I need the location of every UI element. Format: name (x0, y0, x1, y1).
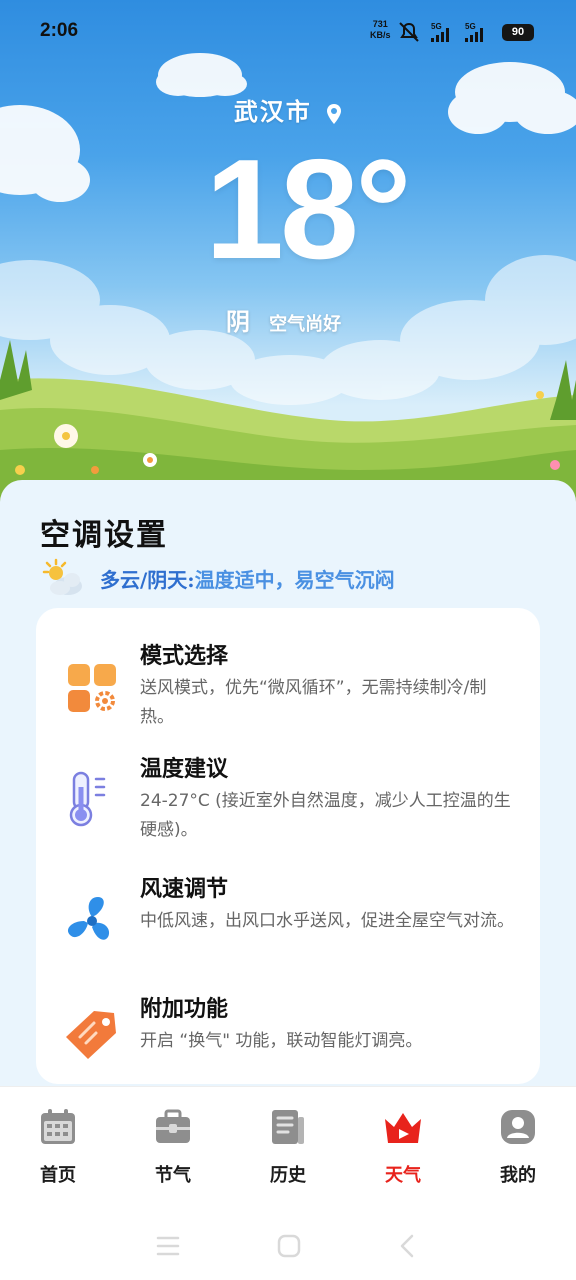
crown-icon (385, 1113, 421, 1143)
nav-label: 首页 (40, 1165, 76, 1186)
nav-item-profile[interactable]: 我的 (478, 1107, 558, 1187)
signal-1-label: 5G (431, 22, 442, 31)
fan-icon (67, 897, 110, 940)
nav-label: 我的 (500, 1165, 536, 1186)
weather-label: 多云/阴天: (100, 567, 195, 592)
section-title: 空调设置 (40, 518, 168, 553)
nav-item-solar-terms[interactable]: 节气 (133, 1107, 213, 1187)
bottom-nav: 首页 节气 历史 天气 我的 (0, 1086, 576, 1206)
location-pin-icon (327, 103, 342, 124)
thermometer-icon (69, 771, 106, 827)
nav-label: 天气 (385, 1165, 421, 1186)
condition-row: 阴 空气尚好 (226, 302, 341, 337)
city-location[interactable]: 武汉市 (0, 92, 576, 127)
status-time: 2:06 (40, 20, 79, 41)
weather-description: 温度适中，易空气沉闷 (194, 567, 395, 592)
grid-settings-icon (68, 664, 116, 712)
network-speed-unit: KB/s (370, 30, 391, 40)
item-description: 中低风速，出风口水乎送风，促进全屋空气对流。 (140, 911, 514, 931)
battery-indicator: 90 (502, 24, 534, 41)
settings-card: 模式选择 送风模式，优先“微风循环”，无需持续制冷/制热。 温度建议 24-27… (36, 608, 540, 1084)
item-title: 温度建议 (140, 757, 229, 782)
toolbox-icon (156, 1109, 190, 1143)
system-navigation-bar (0, 1206, 576, 1280)
back-icon[interactable] (400, 1234, 414, 1258)
weather-hero: 2:06 731 KB/s 5G 5G 90 武汉市 18° 阴 空气尚好 (0, 0, 576, 520)
item-description: 开启 “换气" 功能，联动智能灯调亮。 (140, 1031, 423, 1051)
item-title: 模式选择 (140, 644, 229, 669)
nav-label: 历史 (270, 1165, 306, 1186)
status-bar: 2:06 731 KB/s 5G 5G 90 (0, 0, 576, 64)
weather-condition: 阴 (226, 307, 250, 336)
nav-item-home[interactable]: 首页 (18, 1107, 98, 1187)
calendar-icon (41, 1109, 75, 1144)
city-name: 武汉市 (233, 97, 312, 126)
home-button-icon[interactable] (277, 1234, 301, 1258)
current-temperature: 18° (205, 130, 412, 289)
ac-settings-panel: 空调设置 多云/阴天:温度适中，易空气沉闷 模式选择 送风模式，优先“微风循环”… (0, 480, 576, 1100)
partly-cloudy-icon (42, 558, 82, 595)
item-title: 附加功能 (140, 997, 229, 1022)
tag-icon (66, 1011, 116, 1059)
item-description: 24-27°C (接近室外自然温度，减少人工控温的生硬感)。 (140, 791, 511, 840)
network-speed-value: 731 (372, 19, 388, 29)
mute-icon (399, 22, 419, 42)
air-quality: 空气尚好 (269, 314, 342, 335)
status-icons: 5G 5G (399, 22, 483, 42)
signal-2-label: 5G (465, 22, 476, 31)
nav-label: 节气 (155, 1165, 191, 1186)
user-icon (501, 1110, 535, 1144)
item-description: 送风模式，优先“微风循环”，无需持续制冷/制热。 (140, 678, 487, 727)
network-speed: 731 KB/s (370, 19, 391, 41)
nav-item-weather[interactable]: 天气 (363, 1107, 443, 1187)
weather-advice: 多云/阴天:温度适中，易空气沉闷 (100, 564, 395, 593)
book-icon (272, 1110, 304, 1144)
nav-item-history[interactable]: 历史 (248, 1107, 328, 1187)
item-title: 风速调节 (140, 877, 229, 902)
menu-icon[interactable] (156, 1236, 180, 1256)
weather-summary: 多云/阴天:温度适中，易空气沉闷 (40, 558, 395, 598)
